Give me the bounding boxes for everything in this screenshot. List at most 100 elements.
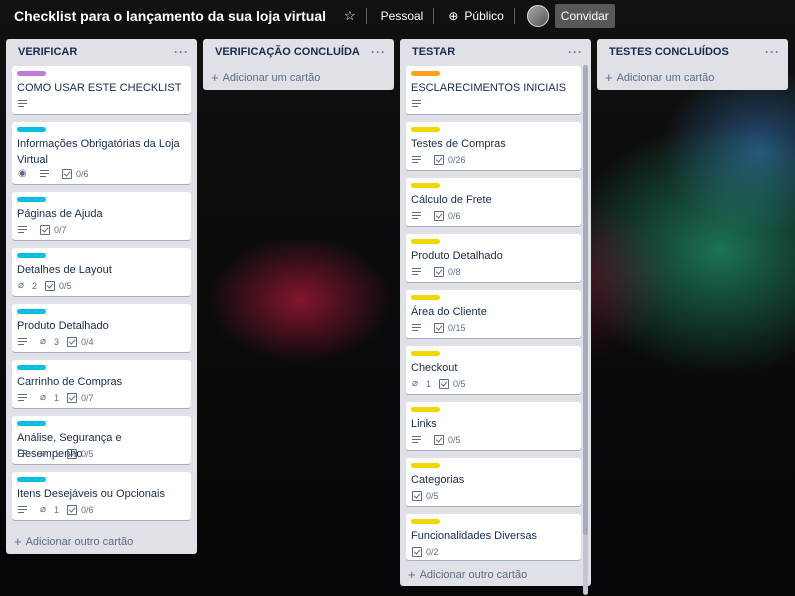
- card-title: Produto Detalhado: [17, 320, 109, 332]
- public-visibility-button[interactable]: ⊕ Público: [448, 9, 503, 23]
- card-title: Páginas de Ajuda: [17, 208, 103, 220]
- checklist-count: 0/5: [448, 435, 461, 445]
- list-card[interactable]: Informações Obrigatórias da Loja Virtual…: [12, 122, 191, 184]
- list-card[interactable]: Páginas de Ajuda 0/7: [12, 192, 191, 240]
- list-card[interactable]: Testes de Compras 0/26: [406, 122, 581, 170]
- list-header[interactable]: VERIFICAR ···: [6, 39, 197, 65]
- checklist-badge: 0/6: [62, 169, 89, 179]
- list-card[interactable]: Produto Detalhado 0/8: [406, 234, 581, 282]
- description-badge: [18, 449, 32, 459]
- star-icon[interactable]: ☆: [344, 8, 356, 24]
- card-title: Produto Detalhado: [411, 250, 503, 262]
- checklist-count: 0/4: [81, 337, 94, 347]
- more-icon[interactable]: ···: [568, 45, 583, 59]
- description-icon: [412, 211, 422, 221]
- add-card-button[interactable]: + Adicionar um cartão: [605, 70, 714, 85]
- attachment-count: 3: [54, 337, 60, 347]
- card-badges: 0/26: [412, 155, 474, 165]
- checklist-count: 0/7: [81, 393, 94, 403]
- checklist-icon: [434, 155, 444, 165]
- list-card[interactable]: COMO USAR ESTE CHECKLIST: [12, 66, 191, 114]
- card-label: [411, 239, 440, 244]
- invite-button[interactable]: Convidar: [554, 4, 615, 28]
- list-card[interactable]: Itens Desejáveis ou Opcionais ⌀ 1 0/6: [12, 472, 191, 520]
- list-card[interactable]: Carrinho de Compras ⌀ 1 0/7: [12, 360, 191, 408]
- checklist-icon: [67, 337, 78, 347]
- checklist-badge: 0/5: [439, 379, 466, 389]
- list-card[interactable]: Detalhes de Layout ⌀ 2 0/5: [12, 248, 191, 296]
- list-verificacao-concluida: VERIFICAÇÃO CONCLUÍDA ··· + Adicionar um c…: [203, 39, 394, 90]
- list-header[interactable]: VERIFICAÇÃO CONCLUÍDA ···: [203, 39, 394, 65]
- add-card-label: Adicionar outro cartão: [25, 535, 134, 548]
- attachment-badge: ⌀ 2: [18, 280, 37, 292]
- card-badges: 0/6: [412, 211, 469, 221]
- list-card[interactable]: Links 0/5: [406, 402, 581, 450]
- list-header[interactable]: TESTES CONCLUÍDOS ···: [597, 39, 788, 65]
- add-card-button[interactable]: + Adicionar outro cartão: [408, 567, 527, 582]
- checklist-badge: 0/5: [67, 449, 94, 459]
- paperclip-icon: ⌀: [40, 336, 47, 347]
- list-card[interactable]: Área do Cliente 0/15: [406, 290, 581, 338]
- plus-icon: +: [605, 70, 613, 85]
- checklist-count: 0/6: [76, 169, 89, 179]
- card-title: Checkout: [411, 362, 458, 374]
- description-badge: [412, 323, 426, 333]
- list-card[interactable]: Análise, Segurança e Desempenho ⌀ 1 0/5: [12, 416, 191, 464]
- divider: [433, 8, 435, 24]
- more-icon[interactable]: ···: [174, 45, 189, 59]
- card-label: [411, 295, 440, 300]
- avatar[interactable]: [526, 5, 549, 27]
- paperclip-icon: ⌀: [40, 504, 47, 515]
- checklist-badge: 0/7: [40, 225, 67, 235]
- list-card[interactable]: ESCLARECIMENTOS INICIAIS: [406, 66, 581, 114]
- list-card[interactable]: Produto Detalhado ⌀ 3 0/4: [12, 304, 191, 352]
- checklist-badge: 0/4: [67, 337, 94, 347]
- checklist-badge: 0/5: [45, 281, 72, 291]
- card-title: COMO USAR ESTE CHECKLIST: [17, 82, 182, 94]
- card-label: [17, 71, 46, 76]
- list-title: VERIFICAR: [18, 46, 78, 58]
- scrollbar-thumb[interactable]: [583, 65, 588, 535]
- divider: [513, 8, 515, 24]
- checklist-badge: 0/2: [412, 547, 439, 557]
- card-label: [17, 421, 46, 426]
- description-badge: [18, 99, 32, 109]
- card-label: [17, 309, 46, 314]
- add-card-button[interactable]: + Adicionar um cartão: [211, 70, 320, 85]
- list-card[interactable]: Categorias 0/5: [406, 458, 581, 506]
- card-badges: ⌀ 3 0/4: [18, 337, 102, 347]
- list-testes-concluidos: TESTES CONCLUÍDOS ··· + Adicionar um cartã…: [597, 39, 788, 90]
- checklist-count: 0/7: [54, 225, 67, 235]
- more-icon[interactable]: ···: [371, 45, 386, 59]
- checklist-badge: 0/26: [434, 155, 466, 165]
- plus-icon: +: [211, 70, 219, 85]
- card-label: [17, 127, 46, 132]
- list-card[interactable]: Funcionalidades Diversas 0/2: [406, 514, 581, 560]
- card-title: Categorias: [411, 474, 465, 486]
- list-card[interactable]: Cálculo de Frete 0/6: [406, 178, 581, 226]
- card-badges: ◉ 0/6: [18, 169, 97, 179]
- checklist-icon: [45, 281, 56, 291]
- plus-icon: +: [14, 534, 22, 549]
- board-title[interactable]: Checklist para o lançamento da sua loja …: [14, 8, 326, 24]
- paperclip-icon: ⌀: [18, 280, 25, 291]
- more-icon[interactable]: ···: [765, 45, 780, 59]
- checklist-icon: [439, 379, 450, 389]
- card-title: Itens Desejáveis ou Opcionais: [17, 488, 165, 500]
- attachment-count: 1: [54, 449, 60, 459]
- card-badges: ⌀ 1 0/7: [18, 393, 102, 403]
- card-badges: 0/2: [412, 547, 447, 557]
- checklist-badge: 0/15: [434, 323, 466, 333]
- divider: [365, 8, 367, 24]
- checklist-count: 0/5: [81, 449, 94, 459]
- checklist-badge: 0/8: [434, 267, 461, 277]
- team-visibility-button[interactable]: Pessoal: [381, 9, 424, 23]
- checklist-icon: [434, 323, 444, 333]
- description-icon: [412, 267, 422, 277]
- board-header: Checklist para o lançamento da sua loja …: [0, 0, 795, 32]
- card-title: Carrinho de Compras: [17, 376, 123, 388]
- card-badges: [412, 99, 434, 109]
- list-card[interactable]: Checkout ⌀ 1 0/5: [406, 346, 581, 394]
- add-card-button[interactable]: + Adicionar outro cartão: [14, 534, 133, 549]
- list-header[interactable]: TESTAR ···: [400, 39, 591, 65]
